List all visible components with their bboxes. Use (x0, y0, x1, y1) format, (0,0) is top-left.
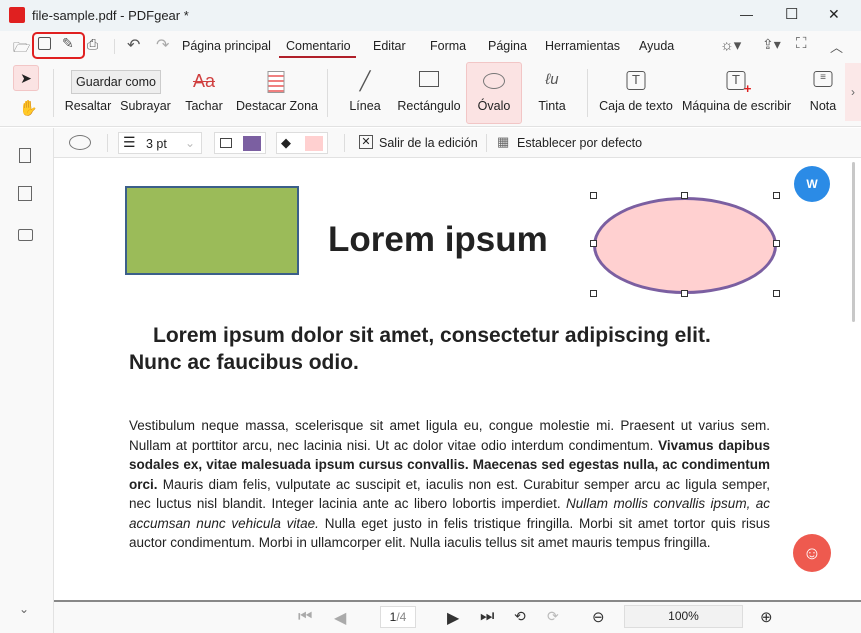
last-page-button[interactable]: ⏭ (480, 608, 494, 626)
menu-forma[interactable]: Forma (430, 39, 466, 53)
print-icon[interactable]: ⎙ (87, 36, 98, 53)
share-icon[interactable]: ⇪▾ (762, 36, 781, 53)
save-icon[interactable] (38, 37, 51, 50)
tool-destacar-zona[interactable]: Destacar Zona (236, 61, 316, 123)
rotate-right-icon[interactable]: ⟳ (547, 608, 559, 625)
stroke-color-button[interactable] (214, 132, 266, 154)
navigation-bar: ⏮ ◀ 1/4 ▶ ⏭ ⟲ ⟳ ⊖ 100% ⊕ (54, 600, 861, 633)
save-as-icon[interactable]: ✎ (62, 35, 74, 52)
stroke-width-select[interactable]: ☰ 3 pt ⌄ (118, 132, 202, 154)
left-sidebar: ⌄ (0, 128, 54, 633)
property-bar: ☰ 3 pt ⌄ ◆ ✕ Salir de la edición ▦ Estab… (54, 128, 861, 158)
menu-pagina-principal[interactable]: Página principal (182, 39, 271, 53)
menu-pagina[interactable]: Página (488, 39, 527, 53)
note-icon: ≡ (814, 71, 833, 87)
zoom-in-button[interactable]: ⊕ (760, 608, 773, 626)
exit-edit-icon[interactable]: ✕ (359, 135, 373, 149)
menu-ayuda[interactable]: Ayuda (639, 39, 674, 53)
line-icon: ╱ (360, 71, 371, 92)
minimize-button[interactable]: — (740, 7, 753, 22)
set-default-icon: ▦ (497, 134, 509, 150)
resize-handle[interactable] (773, 192, 780, 199)
scrollbar[interactable] (852, 162, 855, 322)
doc-title: Lorem ipsum (328, 220, 548, 260)
redo-icon[interactable]: ↷ (156, 35, 169, 55)
tool-subrayar[interactable]: Subrayar (118, 61, 173, 123)
app-logo-icon (9, 7, 25, 23)
expand-sidebar-icon[interactable]: ⌄ (19, 602, 29, 616)
body-paragraph: Vestibulum neque massa, scelerisque sit … (129, 416, 770, 553)
tool-tachar[interactable]: AaTachar (184, 61, 224, 123)
area-highlight-icon (268, 71, 285, 93)
ribbon: ➤ ✋ Guardar como Resaltar Subrayar AaTac… (0, 61, 861, 127)
collapse-ribbon-icon[interactable]: ︿ (830, 37, 843, 56)
resize-handle[interactable] (681, 192, 688, 199)
stroke-icon (220, 138, 232, 148)
menu-bar: 🗁 ✎ ⎙ ↶ ↷ Página principal Comentario Ed… (0, 31, 861, 61)
line-weight-icon: ☰ (123, 134, 136, 151)
title-bar: file-sample.pdf - PDFgear * — ☐ ✕ (0, 0, 861, 31)
typewriter-icon: T+ (727, 71, 746, 90)
theme-icon[interactable]: ☼▾ (720, 36, 741, 54)
maximize-button[interactable]: ☐ (785, 5, 798, 23)
tool-caja-texto[interactable]: TCaja de texto (598, 61, 674, 123)
shape-oval-icon (69, 135, 91, 150)
fill-bucket-icon: ◆ (281, 135, 291, 151)
tool-ovalo[interactable]: Óvalo (466, 62, 522, 124)
tool-nota[interactable]: ≡Nota (805, 61, 841, 123)
tool-rectangulo[interactable]: Rectángulo (396, 61, 462, 123)
prev-page-button[interactable]: ◀ (334, 608, 346, 628)
thumbnails-icon[interactable] (18, 186, 32, 201)
resize-handle[interactable] (773, 290, 780, 297)
heading: Lorem ipsum dolor sit amet, consectetur … (129, 322, 769, 376)
window-title: file-sample.pdf - PDFgear * (32, 8, 189, 23)
oval-icon (483, 73, 505, 89)
bookmark-icon[interactable] (19, 148, 31, 163)
strikethrough-icon: Aa (193, 71, 215, 92)
tool-linea[interactable]: ╱Línea (345, 61, 385, 123)
active-tab-underline (279, 56, 356, 58)
resize-handle[interactable] (590, 240, 597, 247)
ribbon-scroll-right[interactable]: › (845, 63, 861, 121)
menu-herramientas[interactable]: Herramientas (545, 39, 620, 53)
chevron-down-icon: ⌄ (185, 136, 195, 150)
green-rectangle[interactable] (125, 186, 299, 275)
first-page-button[interactable]: ⏮ (298, 608, 312, 626)
resize-handle[interactable] (590, 192, 597, 199)
textbox-icon: T (627, 71, 646, 90)
ink-icon: ℓu (545, 71, 558, 88)
zoom-level-field[interactable]: 100% (624, 605, 743, 628)
tool-maquina-escribir[interactable]: T+Máquina de escribir (682, 61, 790, 123)
menu-editar[interactable]: Editar (373, 39, 406, 53)
document-view[interactable]: Lorem ipsum W Lorem ipsum dolor sit amet… (54, 158, 858, 598)
fullscreen-icon[interactable]: ⛶ (796, 35, 807, 52)
rectangle-icon (419, 71, 439, 87)
exit-edit-button[interactable]: Salir de la edición (379, 136, 478, 150)
rotate-left-icon[interactable]: ⟲ (514, 608, 526, 625)
resize-handle[interactable] (773, 240, 780, 247)
zoom-out-button[interactable]: ⊖ (592, 608, 605, 626)
set-default-button[interactable]: Establecer por defecto (517, 136, 642, 150)
page-input[interactable]: 1/4 (380, 606, 416, 628)
hand-tool-icon[interactable]: ✋ (19, 99, 38, 117)
menu-comentario[interactable]: Comentario (286, 39, 351, 53)
fill-color-button[interactable]: ◆ (276, 132, 328, 154)
tool-resaltar[interactable]: Resaltar (62, 61, 114, 123)
resize-handle[interactable] (681, 290, 688, 297)
open-folder-icon[interactable]: 🗁 (13, 37, 30, 61)
selected-ellipse[interactable] (593, 197, 777, 294)
comments-icon[interactable] (18, 229, 33, 241)
tool-tinta[interactable]: ℓuTinta (532, 61, 572, 123)
undo-icon[interactable]: ↶ (127, 35, 140, 55)
resize-handle[interactable] (590, 290, 597, 297)
fill-color-swatch (305, 136, 323, 151)
stroke-color-swatch (243, 136, 261, 151)
select-tool-button[interactable]: ➤ (13, 65, 39, 91)
close-button[interactable]: ✕ (828, 6, 840, 23)
next-page-button[interactable]: ▶ (447, 608, 459, 628)
convert-word-button[interactable]: W (794, 166, 830, 202)
ai-assistant-button[interactable]: ☺ (793, 534, 831, 572)
